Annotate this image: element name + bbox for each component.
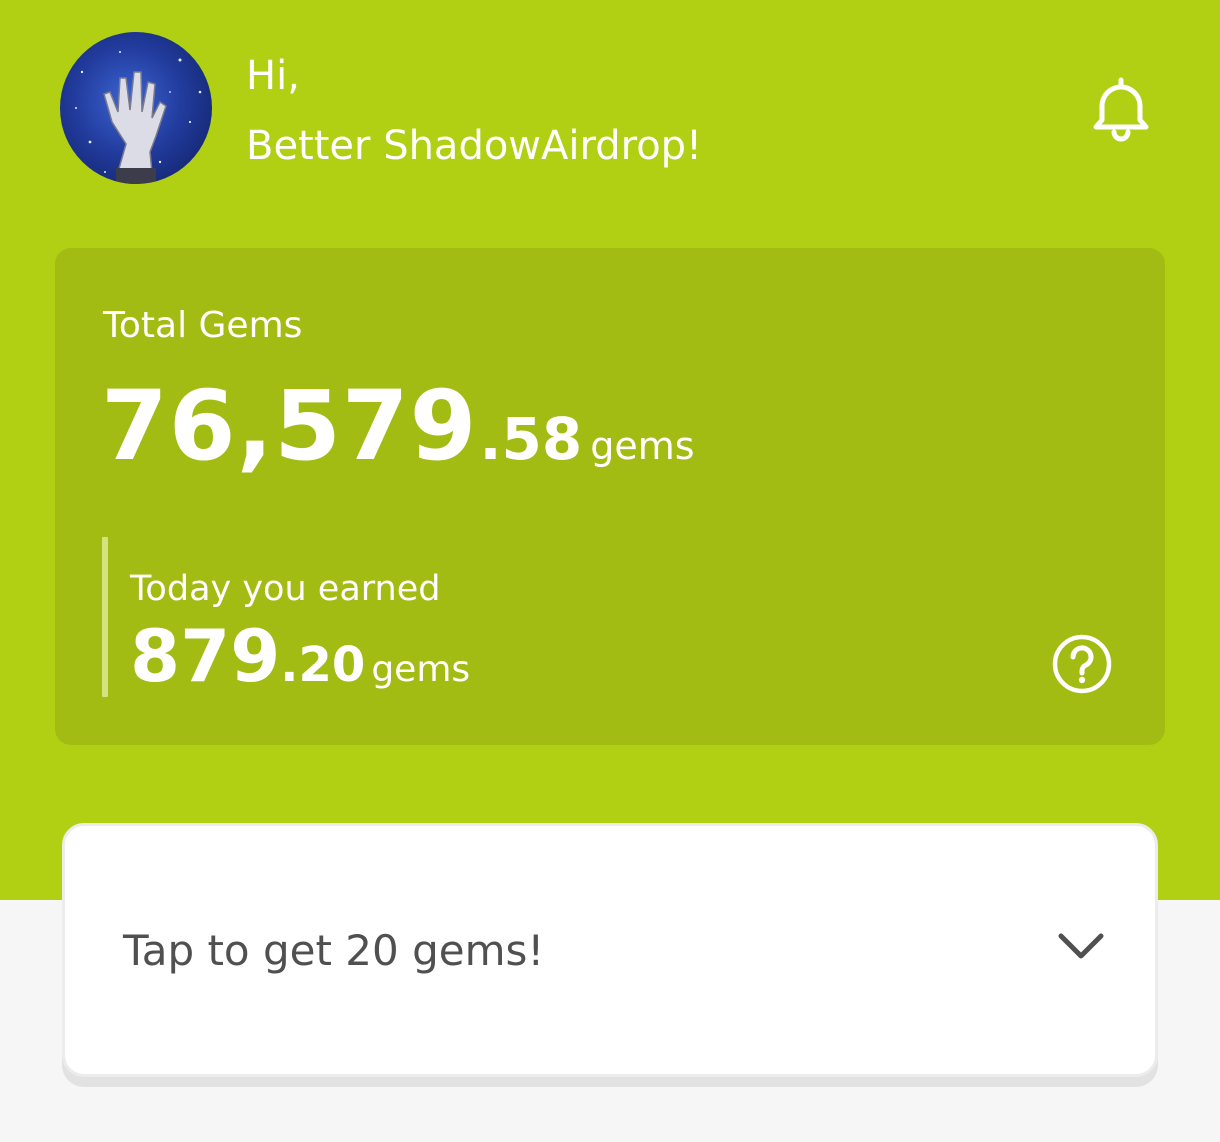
- home-screen: Hi, Better ShadowAirdrop! Total Gems 76,…: [0, 0, 1220, 1142]
- greeting-text: Hi,: [246, 53, 300, 99]
- chevron-down-graphic: [1058, 933, 1104, 959]
- total-gems-integer: 76,579: [101, 370, 478, 482]
- today-earned-label: Today you earned: [130, 569, 441, 609]
- chevron-down-icon[interactable]: [1055, 926, 1107, 966]
- user-name: Better ShadowAirdrop!: [246, 123, 703, 169]
- gems-summary-card: Total Gems 76,579.58 gems Today you earne…: [55, 248, 1165, 745]
- total-gems-unit: gems: [590, 424, 695, 468]
- bell-icon-graphic: [1093, 77, 1149, 142]
- question-circle-icon[interactable]: [1051, 633, 1113, 695]
- tap-to-earn-button[interactable]: Tap to get 20 gems!: [62, 823, 1158, 1077]
- total-gems-decimal: .58: [479, 405, 583, 473]
- bell-icon[interactable]: [1090, 76, 1152, 142]
- total-gems-amount: 76,579.58 gems: [101, 378, 695, 474]
- avatar-image: [75, 51, 202, 184]
- greeting: Hi, Better ShadowAirdrop!: [246, 52, 702, 170]
- today-earned-decimal: .20: [280, 637, 366, 693]
- total-gems-label: Total Gems: [103, 305, 303, 346]
- today-earned-amount: 879.20 gems: [130, 620, 470, 692]
- question-circle-graphic: [1052, 634, 1112, 694]
- today-earned-integer: 879: [130, 614, 281, 698]
- today-earned-unit: gems: [371, 649, 471, 690]
- header-section: Hi, Better ShadowAirdrop! Total Gems 76,…: [0, 0, 1220, 900]
- tap-to-earn-label: Tap to get 20 gems!: [123, 926, 545, 975]
- avatar[interactable]: [60, 32, 212, 184]
- today-divider: [102, 537, 108, 697]
